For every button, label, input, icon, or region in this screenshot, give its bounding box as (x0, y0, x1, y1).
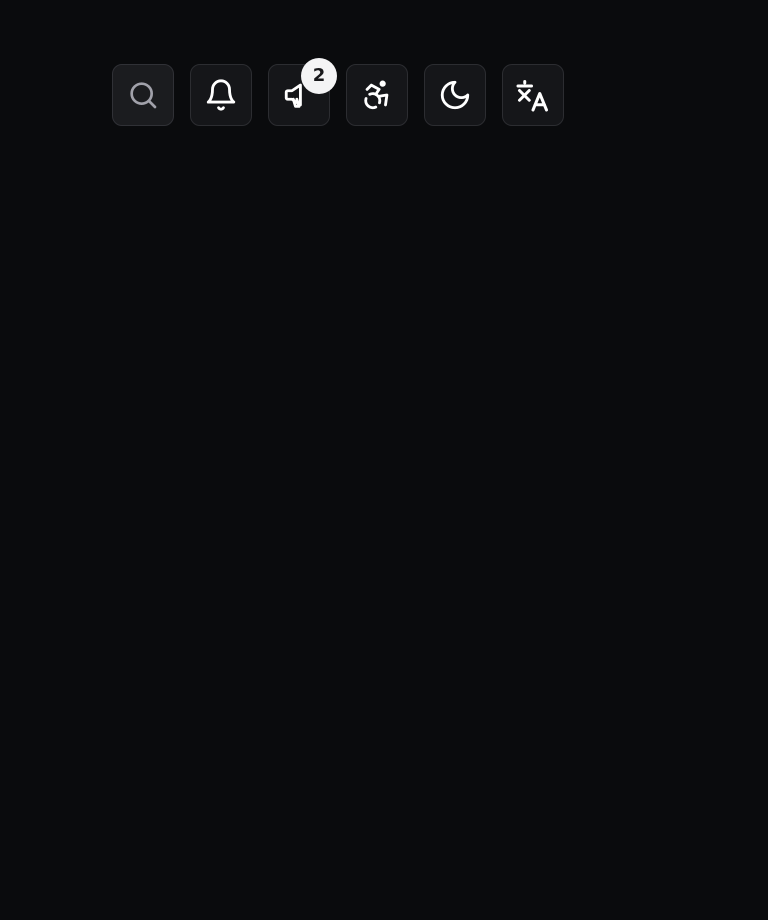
translate-icon (515, 77, 551, 113)
search-button[interactable] (112, 64, 174, 126)
header-toolbar: 2 (112, 58, 564, 126)
language-button[interactable] (502, 64, 564, 126)
moon-icon (437, 77, 473, 113)
announcements-button[interactable]: 2 (268, 58, 337, 126)
notifications-button[interactable] (190, 64, 252, 126)
bell-icon (203, 77, 239, 113)
announcements-badge: 2 (301, 58, 337, 94)
search-icon (125, 77, 161, 113)
theme-toggle-button[interactable] (424, 64, 486, 126)
accessibility-button[interactable] (346, 64, 408, 126)
accessibility-icon (359, 77, 395, 113)
